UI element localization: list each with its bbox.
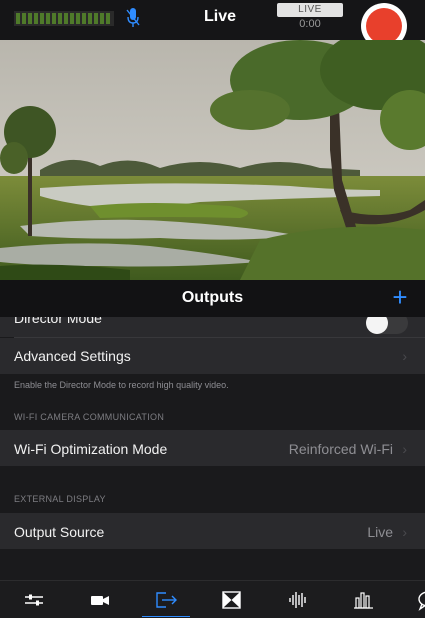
director-mode-toggle[interactable] — [366, 317, 408, 334]
camera-preview[interactable] — [0, 40, 425, 280]
wifi-optimization-row[interactable]: Wi-Fi Optimization Mode Reinforced Wi-Fi… — [0, 430, 425, 466]
chevron-right-icon: › — [402, 348, 407, 364]
tab-cameras[interactable] — [76, 581, 124, 618]
wifi-optimization-label: Wi-Fi Optimization Mode — [14, 441, 168, 457]
chevron-right-icon: › — [402, 441, 407, 457]
toggle-knob — [366, 317, 388, 334]
microphone-muted-icon[interactable] — [126, 7, 140, 29]
director-mode-row[interactable]: Director Mode — [0, 317, 425, 337]
advanced-settings-row[interactable]: Advanced Settings › — [0, 338, 425, 374]
screen-title: Live — [203, 8, 236, 25]
outputs-header: Outputs + — [0, 280, 425, 317]
tab-outputs[interactable] — [142, 581, 190, 618]
top-bar: Live LIVE 0:00 — [0, 0, 425, 49]
sliders-icon — [25, 594, 43, 606]
audio-waveform-icon — [289, 592, 306, 608]
video-camera-icon — [91, 596, 109, 605]
record-dot-icon — [366, 8, 402, 44]
tab-controls[interactable] — [10, 581, 58, 618]
chevron-right-icon: › — [402, 524, 407, 540]
panel-title: Outputs — [181, 289, 244, 306]
output-source-row[interactable]: Output Source Live › — [0, 513, 425, 549]
output-icon — [156, 592, 177, 608]
preview-landscape-image — [0, 40, 425, 280]
live-indicator: LIVE — [277, 3, 343, 17]
output-source-value: Live — [367, 524, 393, 540]
output-source-label: Output Source — [14, 524, 105, 540]
wifi-section-header: WI-FI CAMERA COMMUNICATION — [14, 412, 165, 422]
chat-icon — [418, 591, 425, 611]
tab-stats[interactable] — [340, 581, 388, 618]
audio-level-meter — [14, 11, 114, 26]
add-output-button[interactable]: + — [388, 282, 412, 312]
wifi-optimization-value: Reinforced Wi-Fi — [288, 441, 393, 457]
settings-list[interactable]: Director Mode Advanced Settings › Enable… — [0, 317, 425, 580]
director-mode-note: Enable the Director Mode to record high … — [14, 380, 229, 390]
transition-icon — [222, 591, 241, 609]
live-timer: 0:00 — [299, 18, 321, 30]
external-display-section-header: EXTERNAL DISPLAY — [14, 494, 106, 504]
tab-audio[interactable] — [274, 581, 322, 618]
advanced-settings-label: Advanced Settings — [14, 348, 131, 364]
bottom-tab-bar — [0, 580, 425, 618]
tab-chat[interactable] — [404, 581, 425, 618]
director-mode-label: Director Mode — [14, 317, 102, 326]
stats-icon — [354, 592, 373, 609]
tab-transitions[interactable] — [208, 581, 256, 618]
